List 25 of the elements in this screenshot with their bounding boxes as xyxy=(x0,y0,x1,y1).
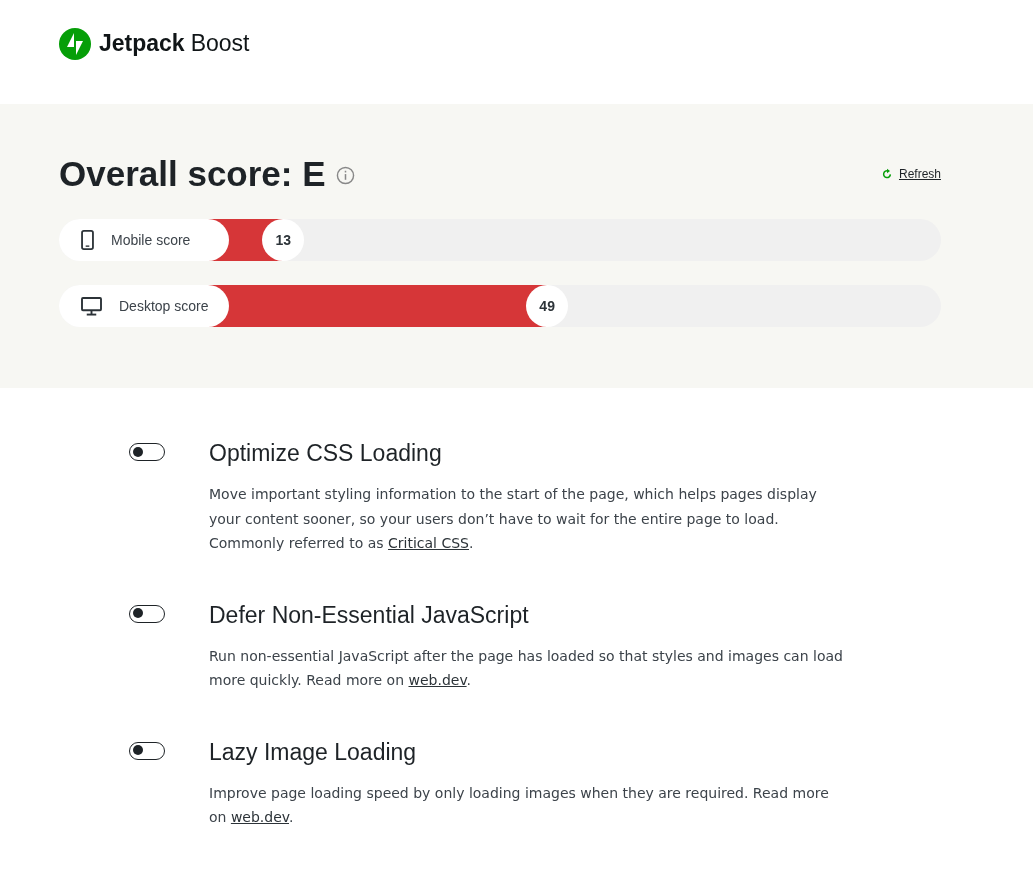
read-more-link[interactable]: web.dev xyxy=(230,809,289,825)
feature-description: Move important styling information to the start of the page, which helps pages display your content sooner, so your users don’t have to wait for the entire page to load. Commonly referred to as Critical CSS. xyxy=(209,485,818,553)
read-more-link[interactable]: web.dev xyxy=(408,672,467,688)
toggle-switch[interactable] xyxy=(129,741,165,760)
feature-title: Lazy Image Loading xyxy=(209,738,418,765)
product-name: Boost xyxy=(190,30,250,57)
phone-icon xyxy=(81,230,94,250)
toggle-switch[interactable] xyxy=(129,443,165,461)
overall-score-title: Overall score: E xyxy=(59,154,326,194)
score-value: 49 xyxy=(526,285,569,327)
toggle-switch[interactable] xyxy=(129,604,165,623)
brand-name: Jetpack xyxy=(99,30,185,57)
refresh-link[interactable]: Refresh xyxy=(880,167,941,181)
read-more-link[interactable]: Critical CSS xyxy=(388,535,469,551)
feature-title: Defer Non-Essential JavaScript xyxy=(209,601,530,628)
score-value: 13 xyxy=(262,219,305,261)
jetpack-logo-icon xyxy=(59,27,91,60)
feature-description: Improve page loading speed by only loading images when they are required. Read more on web.dev. xyxy=(209,783,830,827)
feature-description: Run non-essential JavaScript after the page has loaded so that styles and images can load more quickly. Read more on web.dev. xyxy=(209,646,844,690)
feature-title: Optimize CSS Loading xyxy=(209,440,443,466)
refresh-icon xyxy=(880,168,893,180)
score-label-pill: Desktop score xyxy=(59,285,229,327)
monitor-icon xyxy=(81,296,102,316)
score-label-pill: Mobile score xyxy=(59,219,229,261)
info-icon[interactable] xyxy=(335,165,355,185)
